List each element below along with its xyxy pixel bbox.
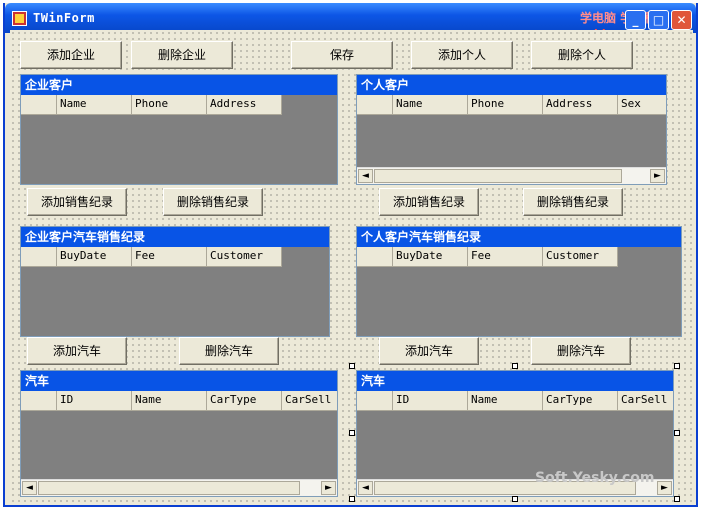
column-header[interactable]: CarSell <box>282 391 337 411</box>
grid-header: Name Phone Address <box>21 95 282 115</box>
column-header[interactable]: Phone <box>468 95 543 115</box>
selection-handle[interactable] <box>674 430 680 436</box>
grid-caption: 汽车 <box>21 371 337 391</box>
minimize-button[interactable]: _ <box>625 10 646 30</box>
column-header[interactable]: Customer <box>207 247 282 267</box>
column-header[interactable]: CarType <box>543 391 618 411</box>
column-header[interactable]: BuyDate <box>57 247 132 267</box>
person-sales-grid[interactable]: 个人客户汽车销售纪录 BuyDate Fee Customer <box>356 226 682 337</box>
maximize-button[interactable]: □ <box>648 10 669 30</box>
row-header-corner <box>21 391 57 411</box>
column-header[interactable]: CarType <box>207 391 282 411</box>
watermark-bottom: Soft.Yesky.com <box>535 470 655 486</box>
app-icon <box>12 11 27 26</box>
add-company-sale-button[interactable]: 添加销售纪录 <box>27 188 127 216</box>
grid-caption: 企业客户汽车销售纪录 <box>21 227 329 247</box>
delete-company-button[interactable]: 删除企业 <box>131 41 233 69</box>
horizontal-scrollbar[interactable]: ◄ ► <box>357 167 666 184</box>
row-header-corner <box>357 247 393 267</box>
scroll-thumb[interactable] <box>374 169 622 183</box>
scroll-left-icon[interactable]: ◄ <box>22 481 37 495</box>
scroll-left-icon[interactable]: ◄ <box>358 481 373 495</box>
scroll-left-icon[interactable]: ◄ <box>358 169 373 183</box>
grid-header: Name Phone Address Sex <box>357 95 666 115</box>
column-header[interactable]: Name <box>468 391 543 411</box>
column-header[interactable]: Fee <box>468 247 543 267</box>
add-company-car-button[interactable]: 添加汽车 <box>27 337 127 365</box>
delete-person-button[interactable]: 删除个人 <box>531 41 633 69</box>
column-header[interactable]: Sex <box>618 95 666 115</box>
scroll-right-icon[interactable]: ► <box>657 481 672 495</box>
grid-header: ID Name CarType CarSell <box>357 391 673 411</box>
selection-handle[interactable] <box>349 363 355 369</box>
add-company-button[interactable]: 添加企业 <box>20 41 122 69</box>
grid-caption: 汽车 <box>357 371 673 391</box>
selection-handle[interactable] <box>674 496 680 502</box>
add-person-sale-button[interactable]: 添加销售纪录 <box>379 188 479 216</box>
grid-header: ID Name CarType CarSell <box>21 391 337 411</box>
company-cars-grid[interactable]: 汽车 ID Name CarType CarSell ◄ ► <box>20 370 338 497</box>
row-header-corner <box>357 391 393 411</box>
form-client-area: 添加企业 删除企业 保存 添加个人 删除个人 企业客户 Name Phone A… <box>10 30 693 502</box>
row-header-corner <box>357 95 393 115</box>
company-customers-grid[interactable]: 企业客户 Name Phone Address <box>20 74 338 185</box>
scroll-right-icon[interactable]: ► <box>321 481 336 495</box>
selection-handle[interactable] <box>512 496 518 502</box>
horizontal-scrollbar[interactable]: ◄ ► <box>21 479 337 496</box>
grid-caption: 企业客户 <box>21 75 337 95</box>
column-header[interactable]: Customer <box>543 247 618 267</box>
column-header[interactable]: Name <box>393 95 468 115</box>
scroll-thumb[interactable] <box>38 481 300 495</box>
add-person-button[interactable]: 添加个人 <box>411 41 513 69</box>
save-button[interactable]: 保存 <box>291 41 393 69</box>
column-header[interactable]: Name <box>132 391 207 411</box>
column-header[interactable]: BuyDate <box>393 247 468 267</box>
grid-header: BuyDate Fee Customer <box>357 247 618 267</box>
column-header[interactable]: Fee <box>132 247 207 267</box>
selection-handle[interactable] <box>512 363 518 369</box>
column-header[interactable]: CarSell <box>618 391 673 411</box>
delete-company-car-button[interactable]: 删除汽车 <box>179 337 279 365</box>
column-header[interactable]: ID <box>393 391 468 411</box>
column-header[interactable]: Phone <box>132 95 207 115</box>
selection-handle[interactable] <box>349 430 355 436</box>
delete-person-car-button[interactable]: 删除汽车 <box>531 337 631 365</box>
close-button[interactable]: ✕ <box>671 10 692 30</box>
company-sales-grid[interactable]: 企业客户汽车销售纪录 BuyDate Fee Customer <box>20 226 330 337</box>
row-header-corner <box>21 247 57 267</box>
column-header[interactable]: ID <box>57 391 132 411</box>
scroll-right-icon[interactable]: ► <box>650 169 665 183</box>
grid-caption: 个人客户汽车销售纪录 <box>357 227 681 247</box>
column-header[interactable]: Address <box>543 95 618 115</box>
window-title: TWinForm <box>33 11 95 25</box>
column-header[interactable]: Name <box>57 95 132 115</box>
row-header-corner <box>21 95 57 115</box>
add-person-car-button[interactable]: 添加汽车 <box>379 337 479 365</box>
delete-company-sale-button[interactable]: 删除销售纪录 <box>163 188 263 216</box>
grid-header: BuyDate Fee Customer <box>21 247 282 267</box>
title-bar[interactable]: TWinForm 学电脑 学编程 www.bianceng.cn _ □ ✕ <box>5 3 696 40</box>
column-header[interactable]: Address <box>207 95 282 115</box>
grid-caption: 个人客户 <box>357 75 666 95</box>
selection-handle[interactable] <box>674 363 680 369</box>
person-customers-grid[interactable]: 个人客户 Name Phone Address Sex ◄ ► <box>356 74 667 185</box>
selection-handle[interactable] <box>349 496 355 502</box>
delete-person-sale-button[interactable]: 删除销售纪录 <box>523 188 623 216</box>
